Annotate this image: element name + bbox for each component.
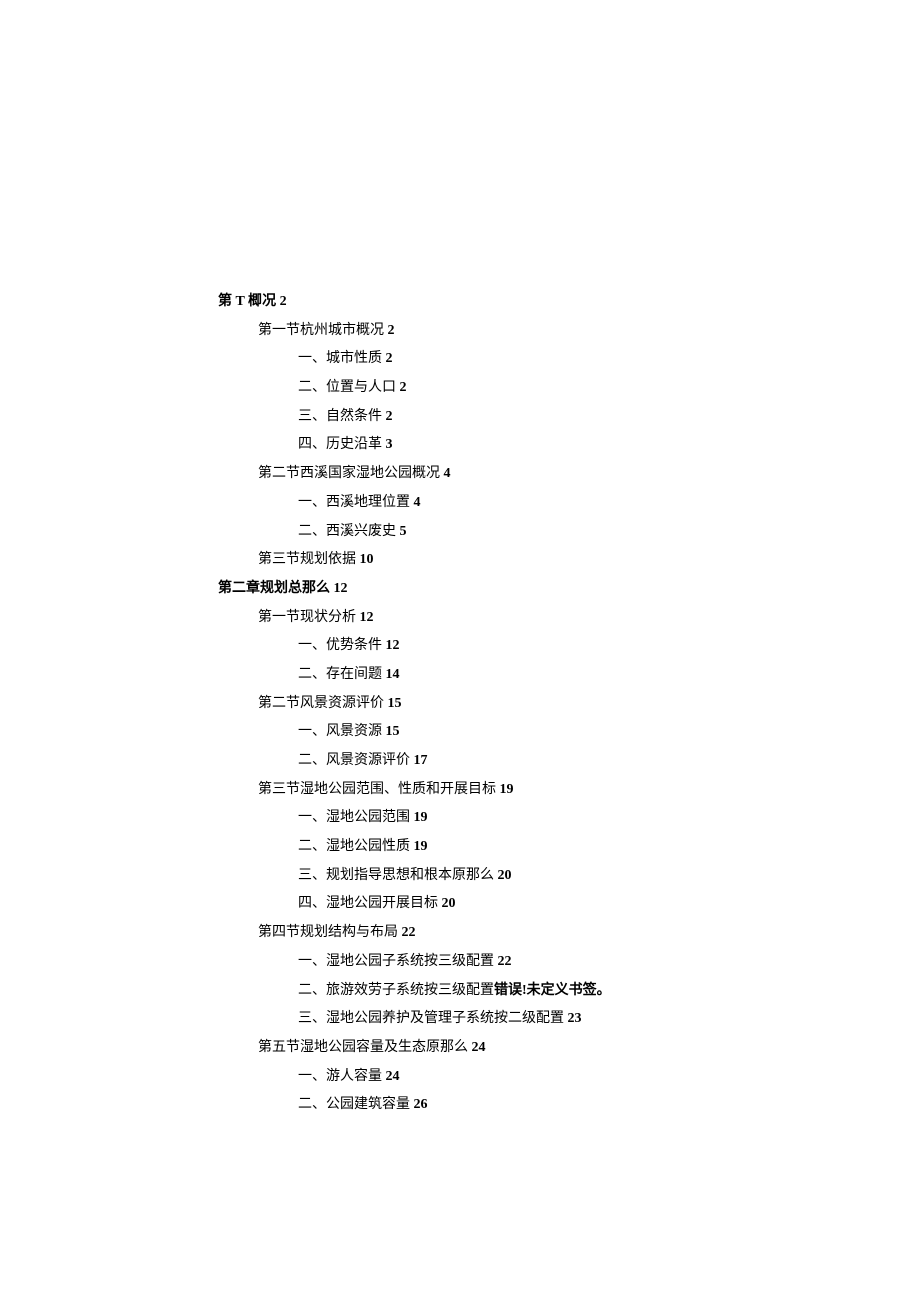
toc-entry-text: 二、存在间题	[298, 667, 386, 682]
toc-entry-page: 19	[414, 810, 428, 825]
toc-entry: 四、历史沿革 3	[298, 431, 920, 460]
toc-entry: 一、优势条件 12	[298, 632, 920, 661]
toc-entry-page: 22	[402, 925, 416, 940]
toc-entry-text: 二、旅游效劳子系统按三级配置	[298, 983, 494, 998]
toc-entry: 一、城市性质 2	[298, 345, 920, 374]
toc-entry-page: 14	[386, 667, 400, 682]
toc-entry-page: 2	[280, 294, 287, 309]
toc-entry-error: 错误!未定义书签。	[494, 983, 611, 998]
toc-entry: 一、湿地公园范围 19	[298, 804, 920, 833]
toc-entry-text: 四、历史沿革	[298, 437, 386, 452]
toc-entry-page: 19	[414, 839, 428, 854]
toc-entry-text: 第二节西溪国家湿地公园概况	[258, 466, 444, 481]
toc-entry-page: 12	[360, 610, 374, 625]
toc-entry: 一、风景资源 15	[298, 718, 920, 747]
toc-entry-text: 四、湿地公园开展目标	[298, 896, 442, 911]
toc-entry-text: 二、西溪兴废史	[298, 524, 400, 539]
toc-entry: 第一节现状分析 12	[258, 604, 920, 633]
toc-entry-page: 22	[498, 954, 512, 969]
toc-entry-page: 19	[500, 782, 514, 797]
toc-entry-text: 一、优势条件	[298, 638, 386, 653]
toc-entry: 一、湿地公园子系统按三级配置 22	[298, 948, 920, 977]
toc-entry-page: 15	[388, 696, 402, 711]
toc-entry-text: 第一节杭州城市概况	[258, 323, 388, 338]
toc-entry: 一、游人容量 24	[298, 1063, 920, 1092]
toc-entry: 第五节湿地公园容量及生态原那么 24	[258, 1034, 920, 1063]
toc-entry-page: 20	[498, 868, 512, 883]
toc-entry-text: 三、规划指导思想和根本原那么	[298, 868, 498, 883]
toc-entry-page: 26	[414, 1097, 428, 1112]
toc-entry: 第 T 楖况 2	[218, 288, 920, 317]
toc-entry-text: 第二节风景资源评价	[258, 696, 388, 711]
toc-entry-page: 4	[414, 495, 421, 510]
toc-entry: 二、旅游效劳子系统按三级配置错误!未定义书签。	[298, 977, 920, 1006]
table-of-contents: 第 T 楖况 2第一节杭州城市概况 2一、城市性质 2二、位置与人口 2三、自然…	[218, 288, 920, 1120]
toc-entry: 三、自然条件 2	[298, 403, 920, 432]
toc-entry-text: 第 T 楖况	[218, 294, 280, 309]
toc-entry: 二、公园建筑容量 26	[298, 1091, 920, 1120]
toc-entry-page: 5	[400, 524, 407, 539]
toc-entry-page: 4	[444, 466, 451, 481]
toc-entry: 二、湿地公园性质 19	[298, 833, 920, 862]
toc-entry-page: 24	[386, 1069, 400, 1084]
toc-entry: 二、风景资源评价 17	[298, 747, 920, 776]
toc-entry-page: 15	[386, 724, 400, 739]
toc-entry-text: 第五节湿地公园容量及生态原那么	[258, 1040, 472, 1055]
toc-entry-page: 2	[386, 351, 393, 366]
toc-entry-text: 三、湿地公园养护及管理子系统按二级配置	[298, 1011, 568, 1026]
toc-entry-text: 一、风景资源	[298, 724, 386, 739]
toc-entry-text: 二、风景资源评价	[298, 753, 414, 768]
toc-entry: 第三节湿地公园范围、性质和开展目标 19	[258, 776, 920, 805]
toc-entry-text: 一、湿地公园范围	[298, 810, 414, 825]
toc-entry-page: 3	[386, 437, 393, 452]
toc-entry-page: 23	[568, 1011, 582, 1026]
toc-entry-page: 24	[472, 1040, 486, 1055]
toc-entry-page: 20	[442, 896, 456, 911]
toc-entry-page: 12	[386, 638, 400, 653]
toc-entry-text: 一、城市性质	[298, 351, 386, 366]
toc-entry-page: 2	[386, 409, 393, 424]
toc-entry: 第二节风景资源评价 15	[258, 690, 920, 719]
toc-entry-text: 一、西溪地理位置	[298, 495, 414, 510]
toc-entry: 二、西溪兴废史 5	[298, 518, 920, 547]
toc-entry-text: 二、湿地公园性质	[298, 839, 414, 854]
toc-entry: 第二章规划总那么 12	[218, 575, 920, 604]
toc-entry-text: 第三节规划依据	[258, 552, 360, 567]
toc-entry: 一、西溪地理位置 4	[298, 489, 920, 518]
toc-entry-text: 二、公园建筑容量	[298, 1097, 414, 1112]
toc-entry-text: 二、位置与人口	[298, 380, 400, 395]
toc-entry: 第三节规划依据 10	[258, 546, 920, 575]
toc-entry-text: 第二章规划总那么	[218, 581, 334, 596]
toc-entry: 第二节西溪国家湿地公园概况 4	[258, 460, 920, 489]
toc-entry: 三、湿地公园养护及管理子系统按二级配置 23	[298, 1005, 920, 1034]
toc-entry: 第四节规划结构与布局 22	[258, 919, 920, 948]
toc-entry: 三、规划指导思想和根本原那么 20	[298, 862, 920, 891]
toc-entry-page: 12	[334, 581, 348, 596]
toc-entry-page: 2	[388, 323, 395, 338]
toc-entry: 二、存在间题 14	[298, 661, 920, 690]
toc-entry-text: 一、湿地公园子系统按三级配置	[298, 954, 498, 969]
toc-entry-text: 第一节现状分析	[258, 610, 360, 625]
toc-entry-text: 第四节规划结构与布局	[258, 925, 402, 940]
toc-entry: 四、湿地公园开展目标 20	[298, 890, 920, 919]
toc-entry-text: 一、游人容量	[298, 1069, 386, 1084]
toc-entry: 第一节杭州城市概况 2	[258, 317, 920, 346]
toc-entry-page: 10	[360, 552, 374, 567]
toc-entry-text: 第三节湿地公园范围、性质和开展目标	[258, 782, 500, 797]
toc-entry-page: 17	[414, 753, 428, 768]
toc-entry: 二、位置与人口 2	[298, 374, 920, 403]
toc-entry-page: 2	[400, 380, 407, 395]
toc-entry-text: 三、自然条件	[298, 409, 386, 424]
